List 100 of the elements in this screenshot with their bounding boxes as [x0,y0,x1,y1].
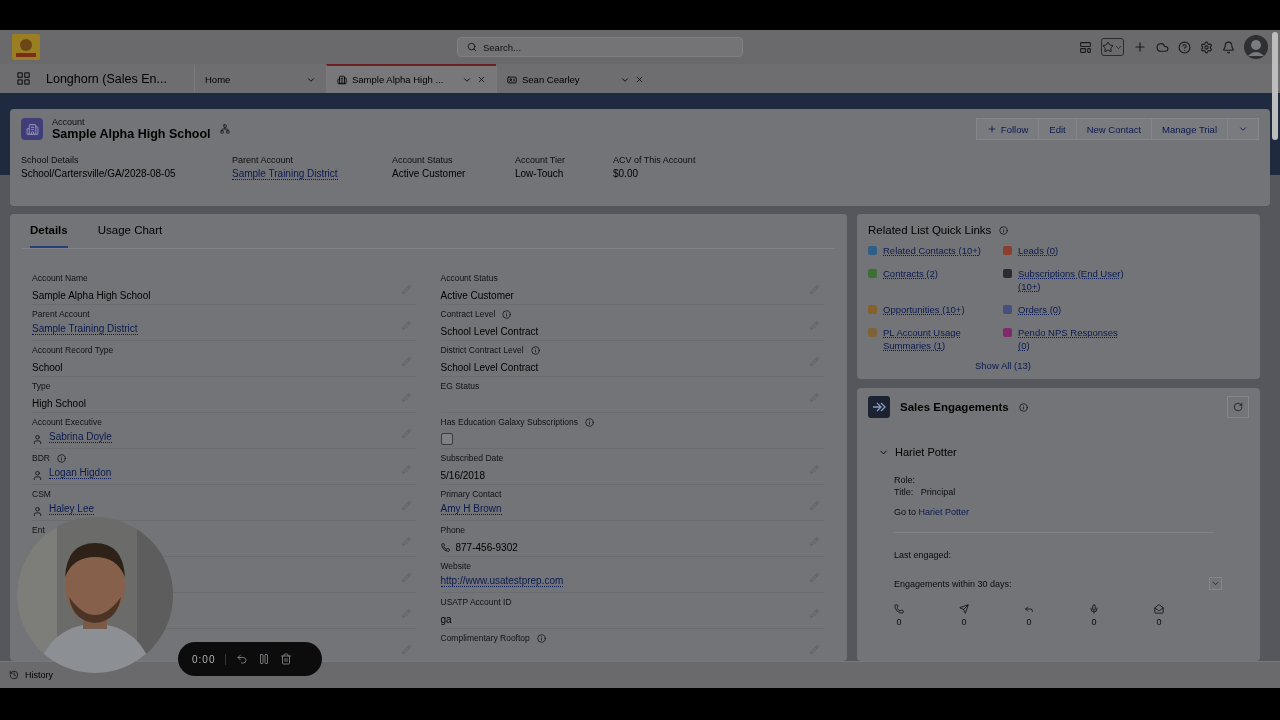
send-icon [959,604,969,614]
field-link[interactable]: http://www.usatestprep.com [440,574,564,587]
quick-link[interactable]: Contracts (2) [883,267,938,280]
engagements-label: Engagements within 30 days: [894,577,1012,590]
user-avatar-icon [32,469,43,481]
field-link[interactable]: Amy H Brown [440,502,502,515]
pause-button[interactable] [258,653,271,665]
info-icon [999,225,1009,235]
refresh-button[interactable] [1227,396,1249,418]
quick-link[interactable]: Pendo NPS Responses (0) [1018,326,1128,352]
field-value: High School [32,397,86,409]
highlight-value: Active Customer [392,168,467,179]
info-icon [585,417,594,427]
highlight-link[interactable]: Sample Training District [232,168,338,180]
quick-link[interactable]: Related Contacts (10+) [883,244,981,257]
highlight-label: School Details [21,155,80,165]
field-value: ga [440,613,452,625]
detail-tab[interactable]: Usage Chart [97,214,163,248]
field-value: Active Customer [440,289,514,301]
field-label: EG Status [440,381,480,392]
field-label: Website [440,561,472,572]
show-all-link[interactable]: Show All (13) [948,360,1058,371]
building-icon [337,74,347,85]
detail-tab[interactable]: Details [30,214,68,248]
field-value: School Level Contract [440,325,539,337]
logo-icon[interactable] [12,34,40,60]
highlight-label: Account Tier [515,155,567,165]
quick-link[interactable]: PL Account Usage Summaries (1) [883,326,993,352]
action-button[interactable]: New Contact [1075,118,1153,140]
highlight-label: ACV of This Account [613,155,697,165]
field-label: Account Status [440,273,498,284]
utility-label[interactable]: History [25,670,53,680]
field-label: District Contract Level [440,345,524,356]
quick-link[interactable]: Subscriptions (End User) (10+) [1018,267,1128,293]
action-button[interactable]: Manage Trial [1151,118,1228,140]
favorites-button[interactable] [1101,38,1124,56]
delete-button[interactable] [280,653,293,665]
double-arrow-icon [872,402,886,412]
quick-link[interactable]: Orders (0) [1018,303,1062,316]
more-actions-button[interactable] [1227,118,1259,140]
quick-link[interactable]: Opportunities (10+) [883,303,965,316]
recording-time: 0:00 [192,653,227,665]
close-icon[interactable] [635,75,644,84]
star-icon [1102,41,1114,53]
help-icon[interactable] [1178,40,1191,54]
settings-icon[interactable] [1200,40,1213,54]
account-icon [25,122,39,136]
user-link[interactable]: Logan Higdon [49,466,112,479]
undo-button[interactable] [236,653,249,665]
field-label: BDR [32,453,50,464]
avatar-icon[interactable] [1244,35,1268,59]
phone-icon[interactable] [440,542,450,552]
field-label: Has Education Galaxy Subscriptions [440,417,578,428]
highlight-label: Parent Account [232,155,295,165]
field-label: Contract Level [440,309,496,320]
refresh-icon [1233,402,1243,412]
scrollbar[interactable] [1272,32,1278,140]
contact-toggle[interactable]: Hariet Potter [878,446,957,458]
user-link[interactable]: Haley Lee [49,502,95,515]
info-icon [56,453,66,463]
reply-icon [1024,604,1034,614]
expand-button[interactable] [1209,577,1222,590]
history-icon[interactable] [9,670,19,680]
field-label: Phone [440,525,466,536]
cloud-icon[interactable] [1156,40,1169,54]
goto-text: Go to Hariet Potter [894,506,970,518]
contact-card-icon [507,74,517,85]
open-envelope-icon [1154,604,1164,614]
field-link[interactable]: Sample Training District [32,322,138,335]
nav-tab[interactable]: Sean Cearley [496,64,654,93]
field-value: School [32,361,63,373]
field-label: Account Executive [32,417,102,428]
user-avatar-icon [32,433,43,445]
user-link[interactable]: Sabrina Doyle [49,430,112,443]
bell-icon[interactable] [1222,40,1235,54]
contact-link[interactable]: Hariet Potter [918,507,970,517]
checkbox[interactable] [440,433,453,446]
field-label: Parent Account [32,309,90,320]
field-label: Complimentary Rooftop [440,633,530,644]
highlight-value: School/Cartersville/GA/2028-08-05 [21,168,177,179]
search-field[interactable]: Search... [457,37,743,57]
chevron-icon [1211,579,1220,588]
search-icon [467,42,477,52]
app-launcher-icon[interactable] [15,71,31,86]
quick-link[interactable]: Leads (0) [1018,244,1059,257]
highlight-value: Low-Touch [515,168,565,179]
user-avatar-icon [32,505,43,517]
caret-icon [1238,124,1248,134]
record-title: Sample Alpha High School [52,127,211,141]
nav-tab[interactable]: Sample Alpha High ... [326,64,496,93]
role-label: Role: [894,474,915,486]
info-icon [502,309,512,319]
field-label: Primary Contact [440,489,502,500]
layout-icon[interactable] [1079,40,1092,54]
add-icon[interactable] [1133,40,1147,54]
hierarchy-icon[interactable] [219,124,230,134]
action-button[interactable]: Follow [975,118,1040,140]
close-icon[interactable] [477,75,486,84]
engagement-count: 0 [961,616,967,628]
action-button[interactable]: Edit [1038,118,1077,140]
